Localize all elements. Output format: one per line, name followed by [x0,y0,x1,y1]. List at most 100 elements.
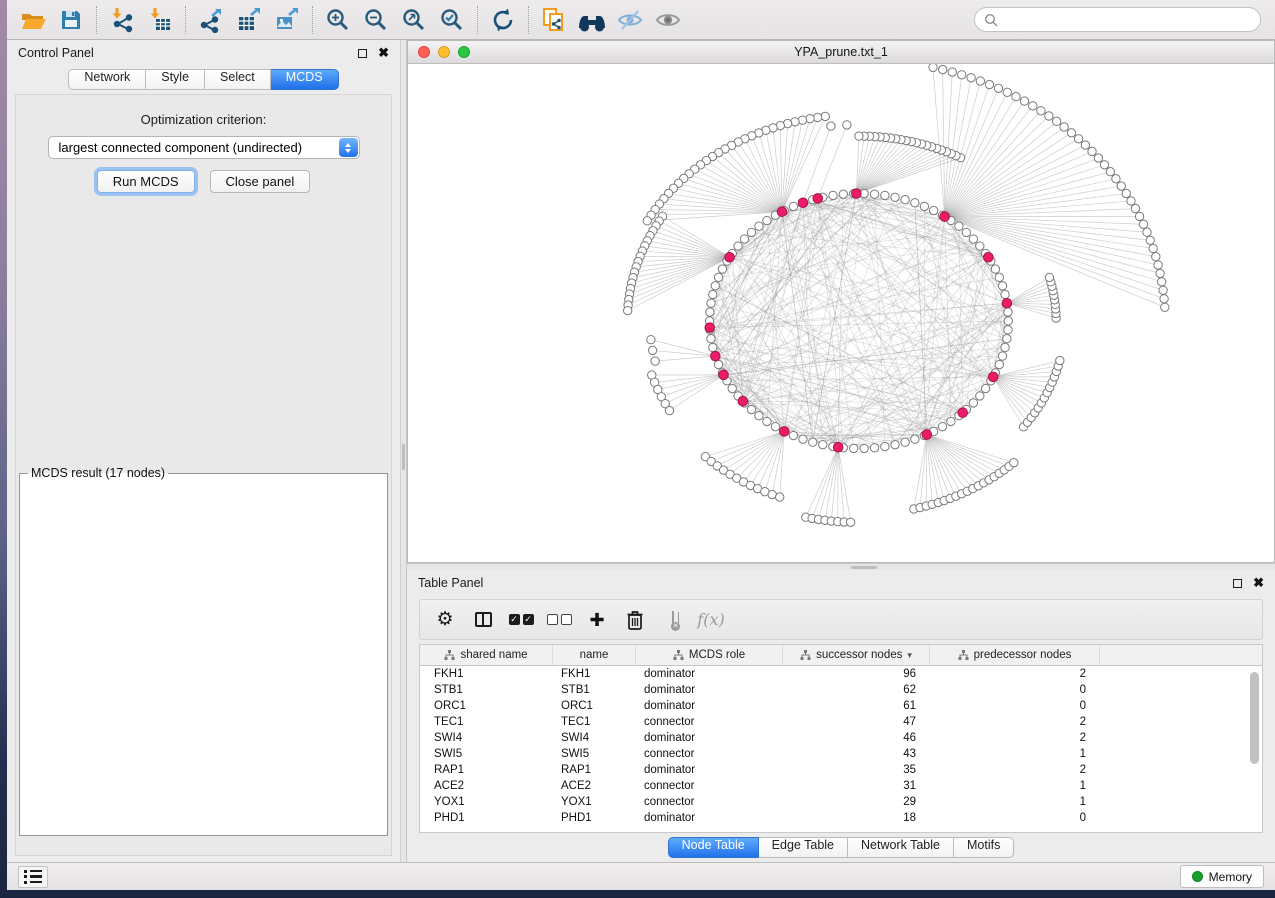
tab-node-table[interactable]: Node Table [668,837,759,858]
delete-table-button[interactable]: ✕ [654,604,692,636]
refresh-icon [490,7,516,33]
table-row[interactable]: SWI4SWI4dominator462 [420,730,1262,746]
close-panel-icon[interactable]: ✖ [1253,578,1264,588]
shared-column-icon [800,650,811,660]
zoom-in-button[interactable] [320,4,356,36]
show-all-button[interactable] [650,4,686,36]
table-row[interactable]: PHD1PHD1dominator180 [420,810,1262,826]
search-field[interactable] [974,7,1261,32]
right-column: YPA_prune.txt_1 Table Panel ✖ ⚙ [407,40,1275,862]
tab-edge-table[interactable]: Edge Table [759,837,848,858]
table-cell: SWI5 [420,748,553,760]
table-cell: SWI5 [553,748,636,760]
node-table: shared name name MCDS role successor nod… [419,644,1263,833]
apply-layout-button[interactable] [485,4,521,36]
table-cell: YOX1 [553,796,636,808]
search-input[interactable] [1003,13,1251,27]
tab-mcds[interactable]: MCDS [271,69,339,90]
export-table-button[interactable] [231,4,267,36]
column-layout-button[interactable] [464,604,502,636]
open-session-button[interactable] [15,4,51,36]
table-scrollbar[interactable] [1248,670,1260,829]
table-row[interactable]: STB1STB1dominator620 [420,682,1262,698]
function-builder-button[interactable]: f(x) [692,604,730,636]
network-graph-canvas[interactable] [408,64,1274,562]
table-cell: ORC1 [420,700,553,712]
eye-slash-icon [616,8,644,32]
table-row[interactable]: SWI5SWI5connector431 [420,746,1262,762]
tab-network-table[interactable]: Network Table [848,837,954,858]
column-header-shared-name[interactable]: shared name [420,645,553,665]
table-row[interactable]: YOX1YOX1connector291 [420,794,1262,810]
binoculars-icon [578,8,606,32]
find-button[interactable] [574,4,610,36]
save-session-button[interactable] [53,4,89,36]
table-cell: 2 [930,716,1100,728]
show-task-history-button[interactable] [18,866,48,888]
export-image-icon [274,7,300,33]
tab-motifs[interactable]: Motifs [954,837,1014,858]
export-network-button[interactable] [193,4,229,36]
hide-selected-button[interactable] [612,4,648,36]
criterion-dropdown[interactable]: largest connected component (undirected) [48,136,360,159]
table-row[interactable]: ACE2ACE2connector311 [420,778,1262,794]
table-row[interactable]: TEC1TEC1connector472 [420,714,1262,730]
import-network-button[interactable] [104,4,140,36]
table-row[interactable]: ORC1ORC1dominator610 [420,698,1262,714]
toolbar-separator [96,6,97,34]
float-panel-icon[interactable] [1233,579,1242,588]
zoom-selected-button[interactable] [434,4,470,36]
tab-network[interactable]: Network [68,69,146,90]
table-cell: dominator [636,732,783,744]
shared-column-icon [444,650,455,660]
zoom-fit-button[interactable] [396,4,432,36]
delete-column-button[interactable] [616,604,654,636]
zoom-out-button[interactable] [358,4,394,36]
save-icon [59,8,83,32]
table-cell: SWI4 [420,732,553,744]
memory-button[interactable]: Memory [1180,865,1264,888]
float-panel-icon[interactable] [358,49,367,58]
table-toolbar: ⚙ ✓✓ ✚ [419,599,1263,640]
column-header-successor-nodes[interactable]: successor nodes ▾ [783,645,930,665]
column-header-name[interactable]: name [553,645,636,665]
table-cell: connector [636,748,783,760]
run-mcds-button[interactable]: Run MCDS [97,170,195,193]
zoom-fit-icon [401,7,427,33]
table-cell: PHD1 [553,812,636,824]
copy-network-icon [541,7,567,33]
table-cell: STB1 [553,684,636,696]
criterion-selected-value: largest connected component (undirected) [59,140,303,155]
table-cell: PHD1 [420,812,553,824]
table-row[interactable]: RAP1RAP1dominator352 [420,762,1262,778]
horizontal-splitter[interactable] [407,563,1275,570]
tab-select[interactable]: Select [205,69,271,90]
memory-status-icon [1192,871,1203,882]
close-panel-button[interactable]: Close panel [210,170,311,193]
column-header-predecessor-nodes[interactable]: predecessor nodes [930,645,1100,665]
tab-style[interactable]: Style [146,69,205,90]
table-row[interactable]: FKH1FKH1dominator962 [420,666,1262,682]
table-cell: 0 [930,812,1100,824]
select-all-columns-button[interactable]: ✓✓ [502,604,540,636]
network-view-titlebar[interactable]: YPA_prune.txt_1 [408,41,1274,64]
column-header-mcds-role[interactable]: MCDS role [636,645,783,665]
export-image-button[interactable] [269,4,305,36]
table-cell: ORC1 [553,700,636,712]
gear-button[interactable]: ⚙ [426,604,464,636]
splitter-handle[interactable] [851,566,877,569]
search-icon [984,13,998,27]
import-table-icon [147,7,173,33]
deselect-all-columns-button[interactable] [540,604,578,636]
table-cell: connector [636,780,783,792]
shared-column-icon [958,650,969,660]
export-table-icon [236,7,262,33]
scrollbar-thumb[interactable] [1250,672,1259,764]
table-cell: 18 [783,812,930,824]
import-table-button[interactable] [142,4,178,36]
close-panel-icon[interactable]: ✖ [378,48,389,58]
copy-network-button[interactable] [536,4,572,36]
splitter-handle[interactable] [402,444,405,470]
vertical-splitter[interactable] [400,40,407,862]
add-column-button[interactable]: ✚ [578,604,616,636]
